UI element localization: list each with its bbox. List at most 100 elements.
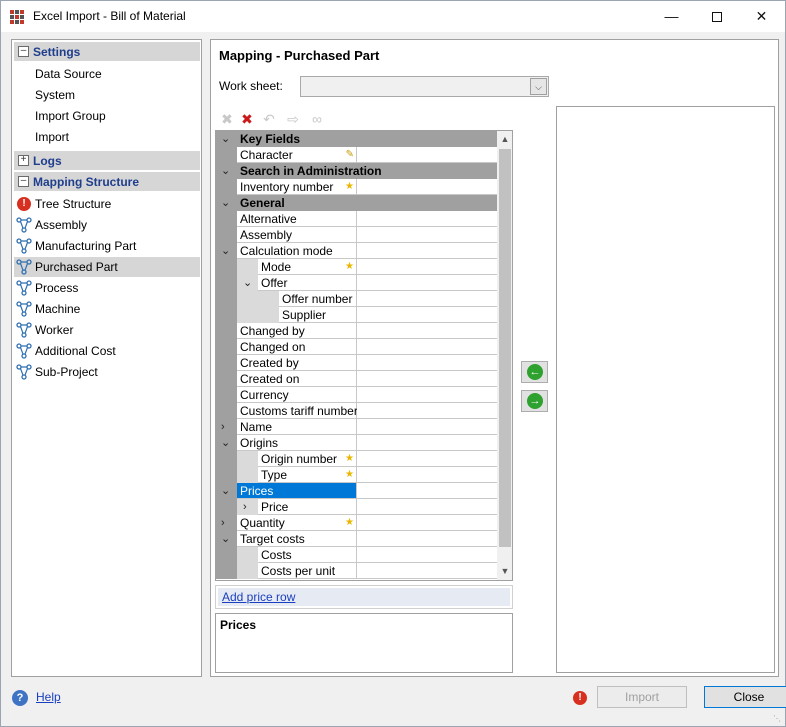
minimize-button[interactable]: — xyxy=(649,1,694,32)
grid-row[interactable]: Origin number ★ xyxy=(216,451,497,467)
remove-icon[interactable]: ✖ xyxy=(219,111,235,127)
move-icon[interactable]: ⇨ xyxy=(285,111,301,127)
chevron-down-icon[interactable]: ⌄ xyxy=(221,131,230,147)
map-left-button[interactable]: ← xyxy=(521,361,548,383)
nav-item-data-source[interactable]: Data Source xyxy=(14,64,200,84)
nav-item-machine[interactable]: Machine xyxy=(14,299,200,319)
chevron-down-icon[interactable]: ⌵ xyxy=(530,78,547,95)
grid-row[interactable]: Customs tariff number xyxy=(216,403,497,419)
grid-row[interactable]: Created on xyxy=(216,371,497,387)
help-link[interactable]: Help xyxy=(36,690,61,704)
scroll-down-icon[interactable]: ▼ xyxy=(497,563,512,580)
nav-item-purchased-part[interactable]: Purchased Part xyxy=(14,257,200,277)
grid-row[interactable]: ⌄ Calculation mode xyxy=(216,243,497,259)
chevron-down-icon[interactable]: ⌄ xyxy=(221,483,230,499)
chevron-down-icon[interactable]: ⌄ xyxy=(221,243,230,259)
grid-row[interactable]: Alternative xyxy=(216,211,497,227)
grid-row[interactable]: › Name xyxy=(216,419,497,435)
grid-row[interactable]: Offer number xyxy=(216,291,497,307)
chevron-right-icon[interactable]: › xyxy=(221,515,225,531)
nav-section-mapping-structure[interactable]: – Mapping Structure xyxy=(14,172,200,191)
mapping-value-cell[interactable] xyxy=(357,419,497,435)
mapping-value-cell[interactable] xyxy=(357,371,497,387)
chevron-down-icon[interactable]: ⌄ xyxy=(221,435,230,451)
undo-icon[interactable]: ↶ xyxy=(261,111,277,127)
link-icon[interactable]: ∞ xyxy=(309,111,325,127)
grid-row[interactable]: Type ★ xyxy=(216,467,497,483)
mapping-value-cell[interactable] xyxy=(357,227,497,243)
mapping-value-cell[interactable] xyxy=(357,451,497,467)
grid-row[interactable]: › Quantity ★ xyxy=(216,515,497,531)
grid-row[interactable]: Changed by xyxy=(216,323,497,339)
mapping-value-cell[interactable] xyxy=(357,499,497,515)
scroll-thumb[interactable] xyxy=(499,149,511,547)
grid-row[interactable]: › Price xyxy=(216,499,497,515)
mapping-value-cell[interactable] xyxy=(357,547,497,563)
grid-category[interactable]: ⌄ Search in Administration xyxy=(216,163,497,179)
mapping-value-cell[interactable] xyxy=(357,435,497,451)
collapse-icon[interactable]: – xyxy=(18,46,29,57)
mapping-value-cell[interactable] xyxy=(357,515,497,531)
nav-item-process[interactable]: Process xyxy=(14,278,200,298)
mapping-value-cell[interactable] xyxy=(357,259,497,275)
grid-row[interactable]: Currency xyxy=(216,387,497,403)
mapping-value-cell[interactable] xyxy=(357,307,497,323)
mapping-value-cell[interactable] xyxy=(357,275,497,291)
mapping-value-cell[interactable] xyxy=(357,179,497,195)
grid-scrollbar[interactable]: ▲ ▼ xyxy=(497,131,512,580)
mapping-value-cell[interactable] xyxy=(357,355,497,371)
chevron-down-icon[interactable]: ⌄ xyxy=(243,275,252,291)
nav-section-settings[interactable]: – Settings xyxy=(14,42,200,61)
close-window-button[interactable]: ✕ xyxy=(739,1,784,32)
grid-row[interactable]: ⌄ Prices xyxy=(216,483,497,499)
grid-row[interactable]: ⌄ Target costs xyxy=(216,531,497,547)
mapping-value-cell[interactable] xyxy=(357,483,497,499)
grid-category[interactable]: ⌄ General xyxy=(216,195,497,211)
expand-icon[interactable]: + xyxy=(18,155,29,166)
grid-row[interactable]: Costs xyxy=(216,547,497,563)
chevron-down-icon[interactable]: ⌄ xyxy=(221,531,230,547)
chevron-right-icon[interactable]: › xyxy=(243,499,247,515)
remove-all-icon[interactable]: ✖ xyxy=(239,111,255,127)
mapping-value-cell[interactable] xyxy=(357,147,497,163)
nav-item-import-group[interactable]: Import Group xyxy=(14,106,200,126)
help-icon[interactable]: ? xyxy=(12,690,28,706)
scroll-up-icon[interactable]: ▲ xyxy=(497,131,512,148)
nav-item-tree-structure[interactable]: ! Tree Structure xyxy=(14,194,200,214)
grid-row[interactable]: ⌄ Origins xyxy=(216,435,497,451)
grid-row[interactable]: Mode ★ xyxy=(216,259,497,275)
nav-item-sub-project[interactable]: Sub-Project xyxy=(14,362,200,382)
nav-item-additional-cost[interactable]: Additional Cost xyxy=(14,341,200,361)
nav-item-worker[interactable]: Worker xyxy=(14,320,200,340)
nav-item-import[interactable]: Import xyxy=(14,127,200,147)
grid-row[interactable]: ⌄ Offer xyxy=(216,275,497,291)
mapping-value-cell[interactable] xyxy=(357,387,497,403)
grid-row[interactable]: Assembly xyxy=(216,227,497,243)
grid-row[interactable]: Inventory number ★ xyxy=(216,179,497,195)
mapping-value-cell[interactable] xyxy=(357,467,497,483)
source-columns-list[interactable] xyxy=(556,106,775,673)
import-button[interactable]: Import xyxy=(597,686,687,708)
resize-grip-icon[interactable]: ⋱ xyxy=(773,714,783,724)
collapse-icon[interactable]: – xyxy=(18,176,29,187)
mapping-value-cell[interactable] xyxy=(357,563,497,579)
chevron-down-icon[interactable]: ⌄ xyxy=(221,195,230,211)
grid-category[interactable]: ⌄ Key Fields xyxy=(216,131,497,147)
nav-section-logs[interactable]: + Logs xyxy=(14,151,200,170)
worksheet-select[interactable]: ⌵ xyxy=(300,76,549,97)
chevron-down-icon[interactable]: ⌄ xyxy=(221,163,230,179)
mapping-value-cell[interactable] xyxy=(357,211,497,227)
grid-row[interactable]: Created by xyxy=(216,355,497,371)
grid-row[interactable]: Costs per unit xyxy=(216,563,497,579)
mapping-value-cell[interactable] xyxy=(357,291,497,307)
maximize-button[interactable] xyxy=(694,1,739,32)
mapping-grid[interactable]: ⌄ Key Fields Character ✎ ⌄ Search in Administ… xyxy=(215,130,513,581)
mapping-value-cell[interactable] xyxy=(357,403,497,419)
map-right-button[interactable]: → xyxy=(521,390,548,412)
grid-row[interactable]: Character ✎ xyxy=(216,147,497,163)
add-price-row-link[interactable]: Add price row xyxy=(222,590,295,604)
chevron-right-icon[interactable]: › xyxy=(221,419,225,435)
close-button[interactable]: Close xyxy=(704,686,786,708)
mapping-value-cell[interactable] xyxy=(357,323,497,339)
grid-row[interactable]: Changed on xyxy=(216,339,497,355)
